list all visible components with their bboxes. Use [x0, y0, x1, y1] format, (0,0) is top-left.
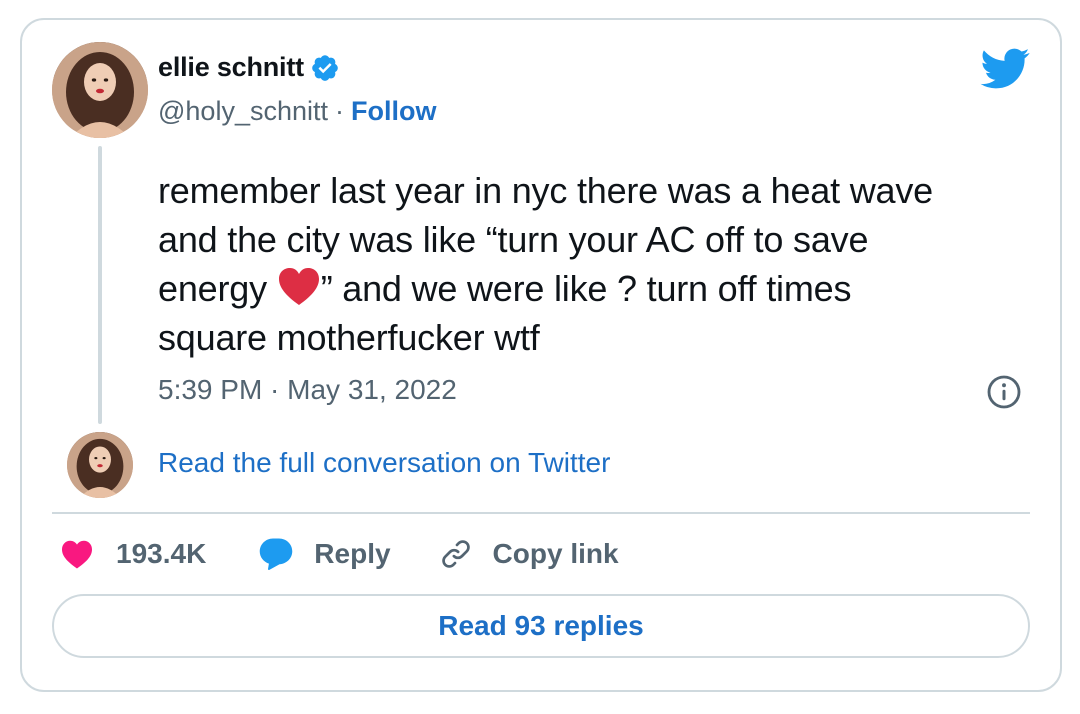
read-replies-button[interactable]: Read 93 replies: [52, 594, 1030, 658]
avatar-photo-icon: [67, 432, 133, 498]
heart-icon: [62, 540, 92, 569]
copy-link-label: Copy link: [492, 538, 619, 569]
action-bar: 193.4K Reply Copy link: [60, 532, 619, 576]
avatar-photo-icon: [52, 42, 148, 138]
reply-label: Reply: [314, 538, 391, 569]
divider: [52, 512, 1030, 514]
read-replies-label: Read 93 replies: [438, 610, 644, 641]
red-heart-emoji-icon: [278, 268, 319, 305]
tweet-text-line: energy ” and we were like ? turn off tim…: [158, 264, 1018, 313]
like-button[interactable]: 193.4K: [60, 538, 206, 570]
twitter-bird-icon[interactable]: [980, 48, 1030, 90]
tweet-text: remember last year in nyc there was a he…: [158, 166, 1018, 362]
info-icon[interactable]: [986, 374, 1022, 410]
author-name[interactable]: ellie schnitt: [158, 52, 304, 83]
tweet-text-line: remember last year in nyc there was a he…: [158, 170, 933, 211]
reply-button[interactable]: Reply: [258, 537, 391, 571]
thread-line: [98, 146, 102, 424]
author-handle[interactable]: @holy_schnitt: [158, 96, 328, 127]
tweet-text-segment: energy: [158, 268, 277, 309]
tweet-text-line: square motherfucker wtf: [158, 317, 540, 358]
reply-bubble-icon: [260, 538, 293, 570]
verified-badge-icon: [312, 54, 338, 81]
tweet-text-segment: ” and we were like ? turn off times: [320, 268, 852, 309]
author-name-row: ellie schnitt: [158, 52, 340, 83]
tweet-timestamp[interactable]: 5:39 PM · May 31, 2022: [158, 374, 457, 406]
read-conversation-link[interactable]: Read the full conversation on Twitter: [158, 447, 610, 479]
follow-link[interactable]: Follow: [351, 96, 436, 127]
author-handle-row: @holy_schnitt · Follow: [158, 96, 436, 127]
conversation-avatar[interactable]: [67, 432, 133, 498]
link-icon: [441, 540, 470, 568]
copy-link-button[interactable]: Copy link: [439, 537, 619, 571]
separator-dot: ·: [335, 96, 344, 126]
author-avatar[interactable]: [52, 42, 148, 138]
like-count: 193.4K: [116, 538, 207, 569]
tweet-text-line: and the city was like “turn your AC off …: [158, 219, 869, 260]
